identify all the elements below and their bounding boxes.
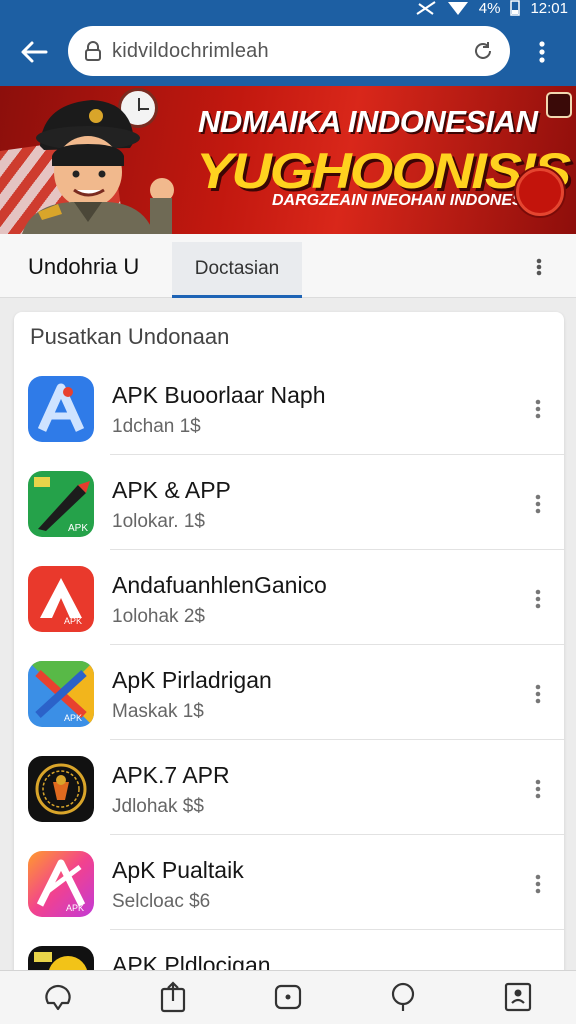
tab-bar: Undohria U Doctasian bbox=[0, 234, 576, 298]
app-price: 1dchan 1$ bbox=[112, 416, 201, 437]
status-icons: 4% 12:01 bbox=[415, 0, 568, 17]
more-vertical-icon bbox=[535, 399, 541, 419]
svg-text:APK: APK bbox=[68, 523, 88, 534]
tab-more-button[interactable] bbox=[524, 252, 554, 282]
more-vertical-icon bbox=[539, 41, 545, 63]
list-item[interactable]: APK ApK Pualtaik Selcloac $6 bbox=[14, 835, 564, 930]
gradient-a-apk-icon: APK bbox=[28, 851, 94, 917]
item-more-button[interactable] bbox=[526, 869, 550, 899]
profile-card-icon bbox=[505, 982, 532, 1012]
overflow-menu-button[interactable] bbox=[522, 32, 562, 72]
nav-home-button[interactable] bbox=[34, 981, 82, 1021]
section-title: Pusatkan Undonaan bbox=[30, 324, 230, 349]
app-name: APK.7 APR bbox=[112, 762, 230, 788]
more-vertical-icon bbox=[536, 258, 542, 276]
lock-icon bbox=[85, 41, 101, 61]
svg-text:APK: APK bbox=[66, 903, 84, 913]
corner-badge-icon bbox=[546, 92, 572, 118]
red-a-apk-icon: APK bbox=[28, 566, 94, 632]
banner-title: YUGHOONISIS bbox=[196, 142, 571, 199]
more-vertical-icon bbox=[535, 779, 541, 799]
tab-doctasian[interactable]: Doctasian bbox=[172, 242, 302, 298]
location-pin-icon bbox=[392, 982, 415, 1011]
svg-text:APK: APK bbox=[64, 713, 82, 723]
more-vertical-icon bbox=[535, 874, 541, 894]
app-list-card: Pusatkan Undonaan APK Buoorlaar Naph 1dc… bbox=[14, 312, 564, 1024]
item-more-button[interactable] bbox=[526, 489, 550, 519]
app-name: ApK Pirladrigan bbox=[112, 667, 272, 693]
clock-time: 12:01 bbox=[530, 0, 568, 17]
officer-illustration bbox=[22, 100, 174, 234]
nav-share-button[interactable] bbox=[149, 981, 197, 1021]
tab-undohria[interactable]: Undohria U bbox=[28, 254, 139, 280]
app-name: ApK Pualtaik bbox=[112, 857, 244, 883]
list-item[interactable]: APK.7 APR Jdlohak $$ bbox=[14, 740, 564, 835]
share-icon bbox=[160, 981, 185, 1013]
blue-a-arrow-icon bbox=[28, 376, 94, 442]
item-more-button[interactable] bbox=[526, 584, 550, 614]
back-button[interactable] bbox=[14, 32, 54, 72]
svg-text:APK: APK bbox=[64, 616, 82, 626]
app-price: 1olokar. 1$ bbox=[112, 511, 205, 532]
app-name: APK Buoorlaar Naph bbox=[112, 382, 326, 408]
list-item[interactable]: APK AndafuanhlenGanico 1olohak 2$ bbox=[14, 550, 564, 645]
list-item[interactable]: APK ApK Pirladrigan Maskak 1$ bbox=[14, 645, 564, 740]
black-gold-emblem-icon bbox=[28, 756, 94, 822]
green-brush-apk-icon: APK bbox=[28, 471, 94, 537]
back-arrow-icon bbox=[21, 41, 48, 63]
more-vertical-icon bbox=[535, 494, 541, 514]
promo-banner[interactable]: NDMAIKA INDONESIAN YUGHOONISIS DARGZEAIN… bbox=[0, 86, 576, 234]
more-vertical-icon bbox=[535, 684, 541, 704]
tabs-icon bbox=[274, 984, 302, 1010]
item-more-button[interactable] bbox=[526, 774, 550, 804]
status-bar: 4% 12:01 bbox=[0, 0, 576, 18]
browser-toolbar bbox=[0, 18, 576, 86]
item-more-button[interactable] bbox=[526, 394, 550, 424]
home-bubble-icon bbox=[44, 984, 71, 1011]
list-item[interactable]: APK APK & APP 1olokar. 1$ bbox=[14, 455, 564, 550]
list-item[interactable]: APK Buoorlaar Naph 1dchan 1$ bbox=[14, 360, 564, 455]
bottom-navigation bbox=[0, 970, 576, 1024]
banner-subtitle: DARGZEAIN INEOHAN INDONESA bbox=[272, 192, 535, 209]
app-name: APK & APP bbox=[112, 477, 231, 503]
nav-tabs-button[interactable] bbox=[264, 981, 312, 1021]
seal-icon bbox=[516, 168, 564, 216]
app-name: AndafuanhlenGanico bbox=[112, 572, 327, 598]
address-bar[interactable] bbox=[68, 26, 510, 76]
app-price: Jdlohak $$ bbox=[112, 796, 204, 817]
colorful-x-apk-icon: APK bbox=[28, 661, 94, 727]
battery-percent: 4% bbox=[478, 0, 501, 17]
app-price: Maskak 1$ bbox=[112, 701, 204, 722]
battery-icon bbox=[510, 0, 521, 16]
nav-explore-button[interactable] bbox=[379, 981, 427, 1021]
app-price: 1olohak 2$ bbox=[112, 606, 205, 627]
wifi-icon bbox=[447, 2, 468, 15]
more-vertical-icon bbox=[535, 589, 541, 609]
nav-account-button[interactable] bbox=[494, 981, 542, 1021]
reload-icon[interactable] bbox=[472, 40, 494, 62]
app-price: Selcloac $6 bbox=[112, 891, 211, 912]
signal-off-icon bbox=[416, 1, 436, 15]
banner-headline: NDMAIKA INDONESIAN bbox=[198, 104, 538, 139]
item-more-button[interactable] bbox=[526, 679, 550, 709]
url-input[interactable] bbox=[112, 39, 472, 63]
